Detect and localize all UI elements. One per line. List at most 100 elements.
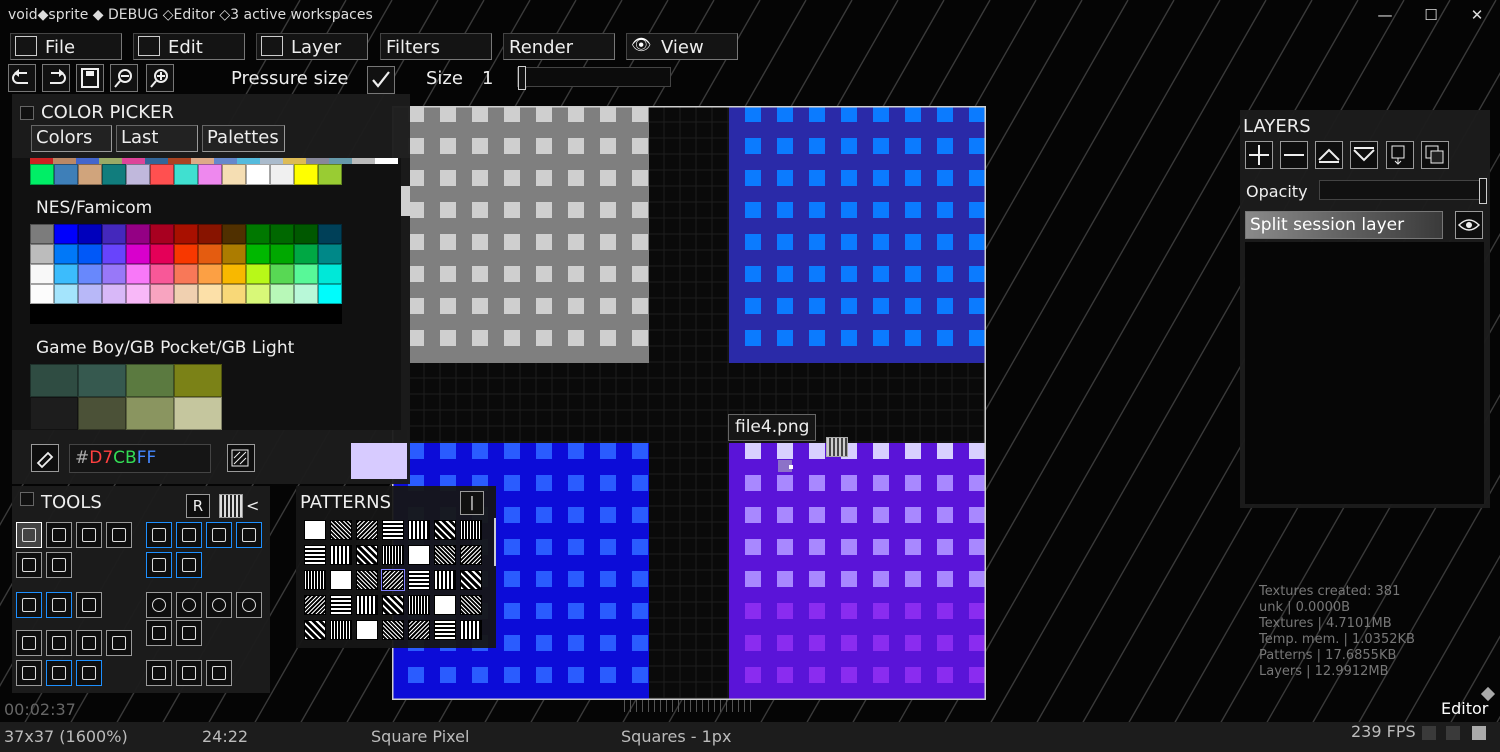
pattern-swatch[interactable]: [330, 620, 352, 640]
palette-swatch[interactable]: [30, 397, 78, 430]
palette-swatch[interactable]: [102, 284, 126, 304]
palette-swatch[interactable]: [294, 284, 318, 304]
palette-swatch[interactable]: [222, 164, 246, 185]
pattern-swatch[interactable]: [460, 620, 482, 640]
tool-button[interactable]: [46, 630, 72, 656]
palette-swatch[interactable]: [30, 304, 54, 324]
tool-button[interactable]: [146, 592, 172, 618]
pattern-swatch[interactable]: [356, 595, 378, 615]
tool-button[interactable]: [16, 592, 42, 618]
tool-button[interactable]: [176, 552, 202, 578]
pattern-swatch[interactable]: [408, 595, 430, 615]
palette-swatch[interactable]: [246, 304, 270, 324]
pattern-swatch[interactable]: [304, 520, 326, 540]
palette-swatch[interactable]: [150, 284, 174, 304]
pattern-swatch[interactable]: [434, 520, 456, 540]
tool-button[interactable]: [176, 522, 202, 548]
layers-list[interactable]: [1245, 242, 1484, 504]
tool-button[interactable]: [176, 660, 202, 686]
pattern-swatch[interactable]: [330, 570, 352, 590]
tool-button[interactable]: [16, 660, 42, 686]
palette-swatch[interactable]: [246, 224, 270, 244]
pattern-swatch[interactable]: [356, 570, 378, 590]
maximize-button[interactable]: ☐: [1408, 0, 1454, 32]
palette-swatch[interactable]: [54, 284, 78, 304]
tool-button[interactable]: [146, 620, 172, 646]
pattern-swatch[interactable]: [381, 569, 405, 591]
palette-swatch[interactable]: [270, 304, 294, 324]
menu-filters[interactable]: Filters: [380, 33, 492, 60]
palette-swatch[interactable]: [174, 397, 222, 430]
pattern-swatch[interactable]: [356, 545, 378, 565]
tab-colors[interactable]: Colors: [31, 125, 112, 152]
palette-swatch[interactable]: [78, 164, 102, 185]
zoom-out-button[interactable]: [110, 64, 138, 92]
palette-swatch[interactable]: [150, 264, 174, 284]
palette-swatch[interactable]: [102, 224, 126, 244]
pattern-swatch[interactable]: [460, 595, 482, 615]
palette-swatch[interactable]: [30, 284, 54, 304]
palette-swatch[interactable]: [294, 224, 318, 244]
tool-button[interactable]: [176, 592, 202, 618]
palette-swatch[interactable]: [174, 264, 198, 284]
tab-last[interactable]: Last: [116, 125, 198, 152]
pattern-swatch[interactable]: [330, 545, 352, 565]
palette-swatch[interactable]: [318, 224, 342, 244]
menu-render[interactable]: Render: [503, 33, 615, 60]
color-options-button[interactable]: [227, 444, 255, 472]
palette-swatch[interactable]: [270, 284, 294, 304]
palette-swatch[interactable]: [246, 284, 270, 304]
palette-swatch[interactable]: [318, 284, 342, 304]
palette-swatch[interactable]: [222, 244, 246, 264]
pattern-swatch[interactable]: [460, 570, 482, 590]
pattern-swatch[interactable]: [382, 620, 404, 640]
pattern-swatch[interactable]: [460, 520, 482, 540]
tool-button[interactable]: [76, 630, 102, 656]
pattern-swatch[interactable]: [408, 545, 430, 565]
palette-swatch[interactable]: [150, 304, 174, 324]
palette-swatch[interactable]: [54, 224, 78, 244]
palette-swatch[interactable]: [126, 264, 150, 284]
remove-layer-button[interactable]: [1280, 141, 1308, 169]
current-color-swatch[interactable]: [351, 443, 407, 479]
palette-swatch[interactable]: [78, 304, 102, 324]
pattern-swatch[interactable]: [330, 520, 352, 540]
patterns-scrollbar[interactable]: [494, 518, 496, 566]
pattern-swatch[interactable]: [434, 620, 456, 640]
opacity-slider-handle[interactable]: [1479, 178, 1487, 204]
palette-swatch[interactable]: [126, 224, 150, 244]
palette-swatch[interactable]: [30, 364, 78, 397]
palette-swatch[interactable]: [352, 158, 375, 164]
palette-swatch[interactable]: [126, 244, 150, 264]
pattern-swatch[interactable]: [382, 520, 404, 540]
palette-swatch[interactable]: [318, 164, 342, 185]
tool-button[interactable]: [146, 522, 172, 548]
palette-swatch[interactable]: [198, 244, 222, 264]
palette-swatch[interactable]: [270, 244, 294, 264]
color-picker-collapse-button[interactable]: [20, 106, 34, 120]
tool-button[interactable]: [146, 552, 172, 578]
menu-view[interactable]: 👁 View: [626, 33, 738, 60]
tools-collapse-arrow[interactable]: <: [246, 496, 259, 515]
pattern-swatch[interactable]: [356, 620, 378, 640]
opacity-slider[interactable]: [1319, 178, 1487, 204]
palette-swatch[interactable]: [318, 304, 342, 324]
palette-swatch[interactable]: [222, 304, 246, 324]
palette-swatch[interactable]: [78, 264, 102, 284]
tool-button[interactable]: [16, 630, 42, 656]
pattern-swatch[interactable]: [382, 545, 404, 565]
palette-swatch[interactable]: [198, 164, 222, 185]
palette-swatch[interactable]: [150, 224, 174, 244]
palette-swatch[interactable]: [78, 397, 126, 430]
close-button[interactable]: ✕: [1454, 0, 1500, 32]
palette-swatch[interactable]: [102, 244, 126, 264]
undo-button[interactable]: [8, 64, 36, 92]
tool-button[interactable]: [106, 522, 132, 548]
palette-swatch[interactable]: [126, 397, 174, 430]
tab-palettes[interactable]: Palettes: [202, 125, 285, 152]
palette-swatch[interactable]: [150, 244, 174, 264]
palette-swatch[interactable]: [126, 304, 150, 324]
palette-swatch[interactable]: [30, 224, 54, 244]
pattern-swatch[interactable]: [304, 570, 326, 590]
palette-swatch[interactable]: [270, 224, 294, 244]
